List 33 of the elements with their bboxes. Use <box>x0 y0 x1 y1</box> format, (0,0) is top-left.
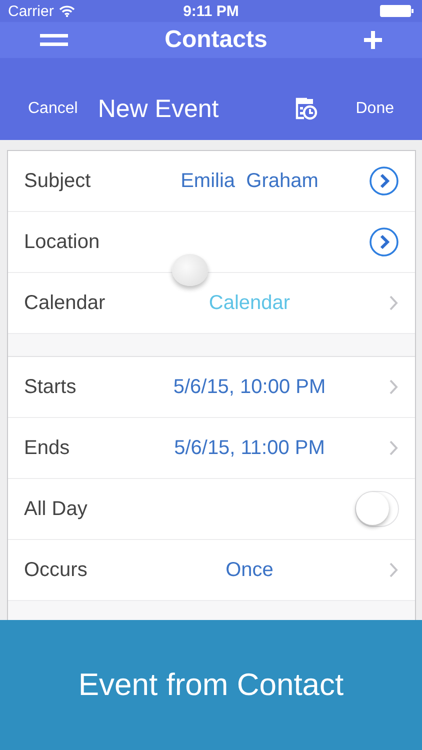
chevron-icon <box>389 440 399 456</box>
field-value: Once <box>226 558 274 582</box>
calendar-clock-icon <box>294 97 318 121</box>
field-label: Starts <box>24 376 78 398</box>
plus-icon <box>364 31 382 49</box>
toggle-switch[interactable] <box>355 491 399 527</box>
menu-icon <box>40 33 68 47</box>
battery-icon <box>380 5 414 17</box>
wifi-icon <box>58 5 75 17</box>
banner-text: Event from Contact <box>78 667 344 703</box>
carrier-name: Carrier <box>8 2 54 20</box>
field-label: Calendar <box>24 292 106 314</box>
field-value: Calendar <box>208 292 290 314</box>
field-label: Location <box>24 230 101 254</box>
field-label: Subject <box>24 170 92 192</box>
done-button[interactable]: Done <box>348 96 402 122</box>
menu-button[interactable] <box>38 31 70 49</box>
field-label: Ends <box>24 436 71 460</box>
field-label: All Day <box>24 498 88 520</box>
field-label: Occurs <box>24 558 88 582</box>
arrow-circle-icon[interactable] <box>369 166 399 196</box>
screen-title: Contacts <box>164 26 268 54</box>
chevron-icon <box>389 562 399 578</box>
event-title: New Event <box>98 94 220 124</box>
cancel-button[interactable]: Cancel <box>20 96 86 122</box>
chevron-icon <box>389 379 399 395</box>
add-button[interactable] <box>362 29 384 51</box>
field-value: 5/6/15, 11:00 PM <box>174 436 325 460</box>
field-value: 5/6/15, 10:00 PM <box>173 376 326 398</box>
arrow-circle-icon[interactable] <box>369 227 399 257</box>
field-value: Emilia Graham <box>180 170 318 192</box>
chevron-icon <box>389 295 399 311</box>
status-time: 9:11 PM <box>183 2 239 20</box>
